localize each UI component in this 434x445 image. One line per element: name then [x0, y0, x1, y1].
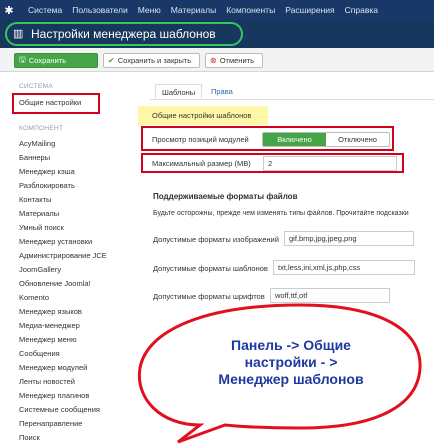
title-bar: ▥ Настройки менеджера шаблонов	[0, 20, 434, 48]
page: ✱ Система Пользователи Меню Материалы Ко…	[0, 0, 434, 445]
sidebar-item[interactable]: Умный поиск	[19, 223, 64, 232]
menu-menus[interactable]: Меню	[138, 5, 161, 15]
image-formats-input[interactable]: gif,bmp,jpg,jpeg,png	[284, 231, 414, 246]
sidebar-item[interactable]: Разблокировать	[19, 181, 75, 190]
sidebar-item[interactable]: JoomGallery	[19, 265, 61, 274]
sidebar-item[interactable]: Ленты новостей	[19, 377, 75, 386]
image-formats-label: Допустимые форматы изображений	[153, 235, 279, 244]
sidebar-item[interactable]: Перенаправление	[19, 419, 82, 428]
sidebar-item[interactable]: Komento	[19, 293, 49, 302]
template-manager-icon: ▥	[13, 28, 24, 40]
sidebar-header-system: СИСТЕМА	[19, 83, 54, 90]
check-icon: ✔	[108, 56, 115, 65]
sidebar-item[interactable]: Менеджер модулей	[19, 363, 87, 372]
save-close-button[interactable]: ✔ Сохранить и закрыть	[103, 53, 200, 68]
tab-rights[interactable]: Права	[205, 84, 239, 99]
sidebar-item[interactable]: Менеджер плагинов	[19, 391, 89, 400]
sidebar-item[interactable]: Поиск	[19, 433, 40, 442]
max-size-input[interactable]: 2	[263, 156, 397, 171]
formats-note: Будьте осторожны, прежде чем изменять ти…	[153, 210, 409, 217]
sidebar-item[interactable]: AcyMailing	[19, 139, 55, 148]
sidebar-item[interactable]: Материалы	[19, 209, 59, 218]
menu-users[interactable]: Пользователи	[72, 5, 127, 15]
sidebar-item[interactable]: Сообщения	[19, 349, 60, 358]
cancel-button[interactable]: ⊗ Отменить	[205, 53, 263, 68]
sidebar-item[interactable]: Контакты	[19, 195, 51, 204]
sidebar: СИСТЕМА Общие настройки КОМПОНЕНТ AcyMai…	[0, 72, 138, 445]
sidebar-item[interactable]: Баннеры	[19, 153, 50, 162]
menu-extensions[interactable]: Расширения	[285, 5, 334, 15]
template-formats-label: Допустимые форматы шаблонов	[153, 264, 268, 273]
toggle-off-button[interactable]: Отключено	[326, 133, 389, 146]
cancel-label: Отменить	[219, 56, 254, 65]
sidebar-item[interactable]: Менеджер языков	[19, 307, 82, 316]
template-formats-input[interactable]: txt,less,ini,xml,js,php,css	[273, 260, 415, 275]
sidebar-item[interactable]: Менеджер установки	[19, 237, 92, 246]
close-icon: ⊗	[210, 56, 217, 65]
save-button[interactable]: 🖫 Сохранить	[14, 53, 98, 68]
max-size-label: Максимальный размер (MB)	[152, 159, 251, 168]
joomla-icon[interactable]: ✱	[0, 0, 18, 20]
callout-text: Панель -> Общие настройки - > Менеджер ш…	[218, 337, 364, 387]
sidebar-item[interactable]: Обновление Joomla!	[19, 279, 91, 288]
sidebar-item[interactable]: Медиа-менеджер	[19, 321, 80, 330]
sidebar-item[interactable]: Системные сообщения	[19, 405, 100, 414]
menu-help[interactable]: Справка	[345, 5, 378, 15]
save-label: Сохранить	[28, 56, 67, 65]
toggle-on-button[interactable]: Включено	[263, 133, 326, 146]
menu-components[interactable]: Компоненты	[226, 5, 275, 15]
formats-section-title: Поддерживаемые форматы файлов	[153, 192, 298, 201]
toolbar: 🖫 Сохранить ✔ Сохранить и закрыть ⊗ Отме…	[0, 48, 434, 72]
page-title: Настройки менеджера шаблонов	[31, 27, 216, 41]
save-icon: 🖫	[19, 54, 26, 64]
menu-content[interactable]: Материалы	[171, 5, 217, 15]
font-formats-label: Допустимые форматы шрифтов	[153, 292, 265, 301]
sidebar-item[interactable]: Администрирование JCE	[19, 251, 107, 260]
sidebar-item-general-settings[interactable]: Общие настройки	[19, 98, 81, 107]
sidebar-item[interactable]: Менеджер меню	[19, 335, 77, 344]
top-menu-bar: ✱ Система Пользователи Меню Материалы Ко…	[0, 0, 434, 20]
save-close-label: Сохранить и закрыть	[117, 56, 192, 65]
sidebar-header-component: КОМПОНЕНТ	[19, 125, 64, 132]
menu-system[interactable]: Система	[28, 5, 62, 15]
font-formats-input[interactable]: woff,ttf,otf	[270, 288, 390, 303]
tab-templates[interactable]: Шаблоны	[155, 84, 203, 99]
tab-divider	[150, 99, 434, 100]
title-highlight: ▥ Настройки менеджера шаблонов	[5, 22, 243, 46]
preview-label: Просмотр позиций модулей	[152, 135, 249, 144]
preview-toggle[interactable]: Включено Отключено	[262, 132, 390, 147]
settings-legend: Общие настройки шаблонов	[152, 111, 252, 120]
sidebar-item[interactable]: Менеджер кэша	[19, 167, 75, 176]
